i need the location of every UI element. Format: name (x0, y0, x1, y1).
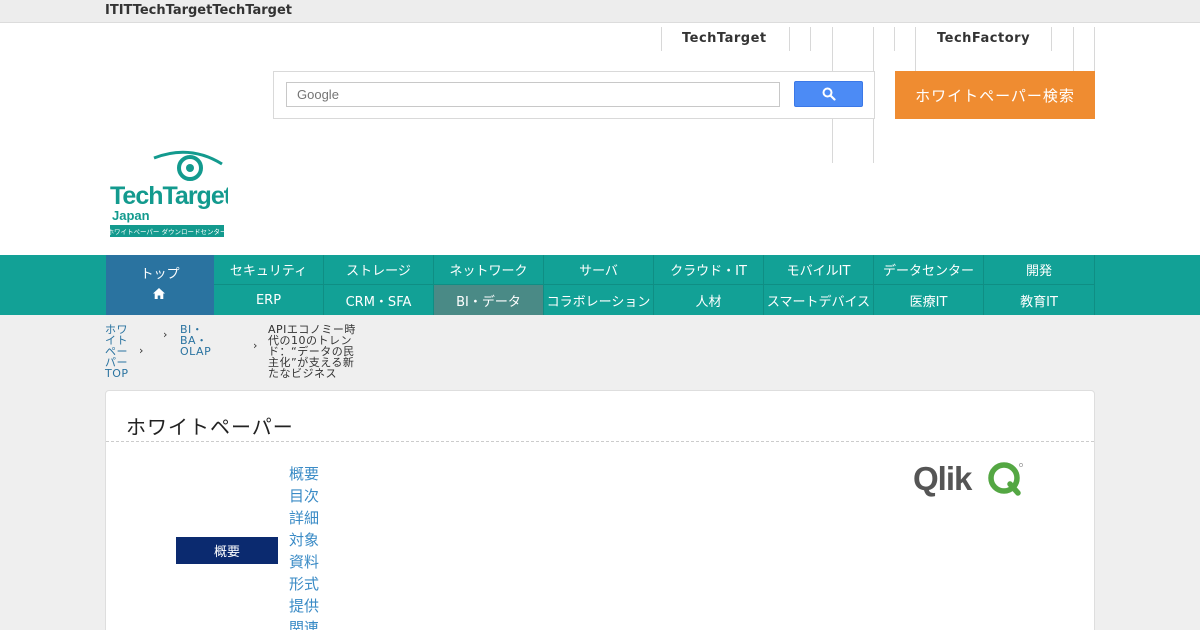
section-link-list: 概要 目次 詳細 対象 資料 形式 提供 関連 (289, 463, 319, 630)
qlik-wordmark: Qlik (913, 460, 973, 497)
section-link[interactable]: 形式 (289, 573, 319, 595)
qlik-logo: Qlik (913, 459, 1028, 499)
breadcrumb-category[interactable]: BI・BA・OLAP (180, 324, 230, 357)
section-link[interactable]: 対象 (289, 529, 319, 551)
nav-item-medical[interactable]: 医療IT (874, 285, 984, 315)
divider (1051, 27, 1052, 51)
section-link[interactable]: 提供 (289, 595, 319, 617)
section-link[interactable]: 関連 (289, 617, 319, 630)
nav-item-datacenter[interactable]: データセンター (874, 255, 984, 285)
divider (106, 441, 1094, 442)
main-navigation: トップ セキュリティ ストレージ ネットワーク サーバ クラウド・IT モバイル… (0, 255, 1200, 315)
logo-word: TechTarget (110, 182, 228, 210)
top-announcement-bar: ITITTechTargetTechTarget (0, 0, 1200, 23)
divider (661, 27, 662, 51)
breadcrumb-home[interactable]: ホワイトペーパー TOP (105, 324, 137, 379)
divider (810, 27, 811, 51)
nav-item-server[interactable]: サーバ (544, 255, 654, 285)
chevron-right-icon: › (253, 339, 258, 352)
nav-item-storage[interactable]: ストレージ (324, 255, 434, 285)
nav-item-security[interactable]: セキュリティ (214, 255, 324, 285)
top-announcement-text: ITITTechTargetTechTarget (105, 3, 292, 18)
nav-item-dev[interactable]: 開発 (984, 255, 1095, 285)
divider (894, 27, 895, 51)
nav-item-edu[interactable]: 教育IT (984, 285, 1095, 315)
nav-item-erp[interactable]: ERP (214, 285, 324, 315)
nav-item-mobile[interactable]: モバイルIT (764, 255, 874, 285)
techtarget-japan-logo[interactable]: TechTarget Japan ホワイトペーパー ダウンロードセンター (107, 148, 234, 240)
nav-item-cloud[interactable]: クラウド・IT (654, 255, 764, 285)
nav-item-bi[interactable]: BI・データ (434, 285, 544, 315)
section-link[interactable]: 詳細 (289, 507, 319, 529)
card-title: ホワイトペーパー (126, 415, 294, 439)
search-icon (822, 87, 836, 101)
nav-home-label: トップ (140, 267, 180, 282)
overview-tab[interactable]: 概要 (176, 537, 278, 564)
chevron-right-icon: › (139, 344, 144, 357)
section-link[interactable]: 概要 (289, 463, 319, 485)
nav-home[interactable]: トップ (106, 255, 214, 315)
section-link[interactable]: 資料 (289, 551, 319, 573)
whitepaper-search-button[interactable]: ホワイトペーパー検索 (895, 71, 1095, 119)
divider (1094, 27, 1095, 71)
section-link[interactable]: 目次 (289, 485, 319, 507)
nav-item-smartdevice[interactable]: スマートデバイス (764, 285, 874, 315)
divider (1073, 27, 1074, 71)
logo-sub: Japan (112, 208, 150, 223)
nav-item-crm[interactable]: CRM・SFA (324, 285, 434, 315)
logo-tagline: ホワイトペーパー ダウンロードセンター (108, 227, 227, 236)
home-icon (152, 287, 166, 304)
content-card: ホワイトペーパー 概要 概要 目次 詳細 対象 資料 形式 提供 関連 Qlik (105, 390, 1095, 630)
nav-item-network[interactable]: ネットワーク (434, 255, 544, 285)
techtarget-link[interactable]: TechTarget (682, 31, 767, 46)
site-header: TechTarget TechFactory ホワイトペーパー検索 TechTa… (0, 23, 1200, 255)
breadcrumb-current: APIエコノミー時代の10のトレンド：“データの民主化”が支える新たなビジネス (268, 323, 356, 380)
nav-item-hr[interactable]: 人材 (654, 285, 764, 315)
search-button[interactable] (794, 81, 863, 107)
divider (789, 27, 790, 51)
search-input[interactable] (286, 82, 780, 107)
chevron-right-icon: › (163, 328, 168, 341)
divider (915, 27, 916, 71)
search-box (273, 71, 875, 119)
techfactory-link[interactable]: TechFactory (937, 31, 1030, 46)
nav-item-collab[interactable]: コラボレーション (544, 285, 654, 315)
